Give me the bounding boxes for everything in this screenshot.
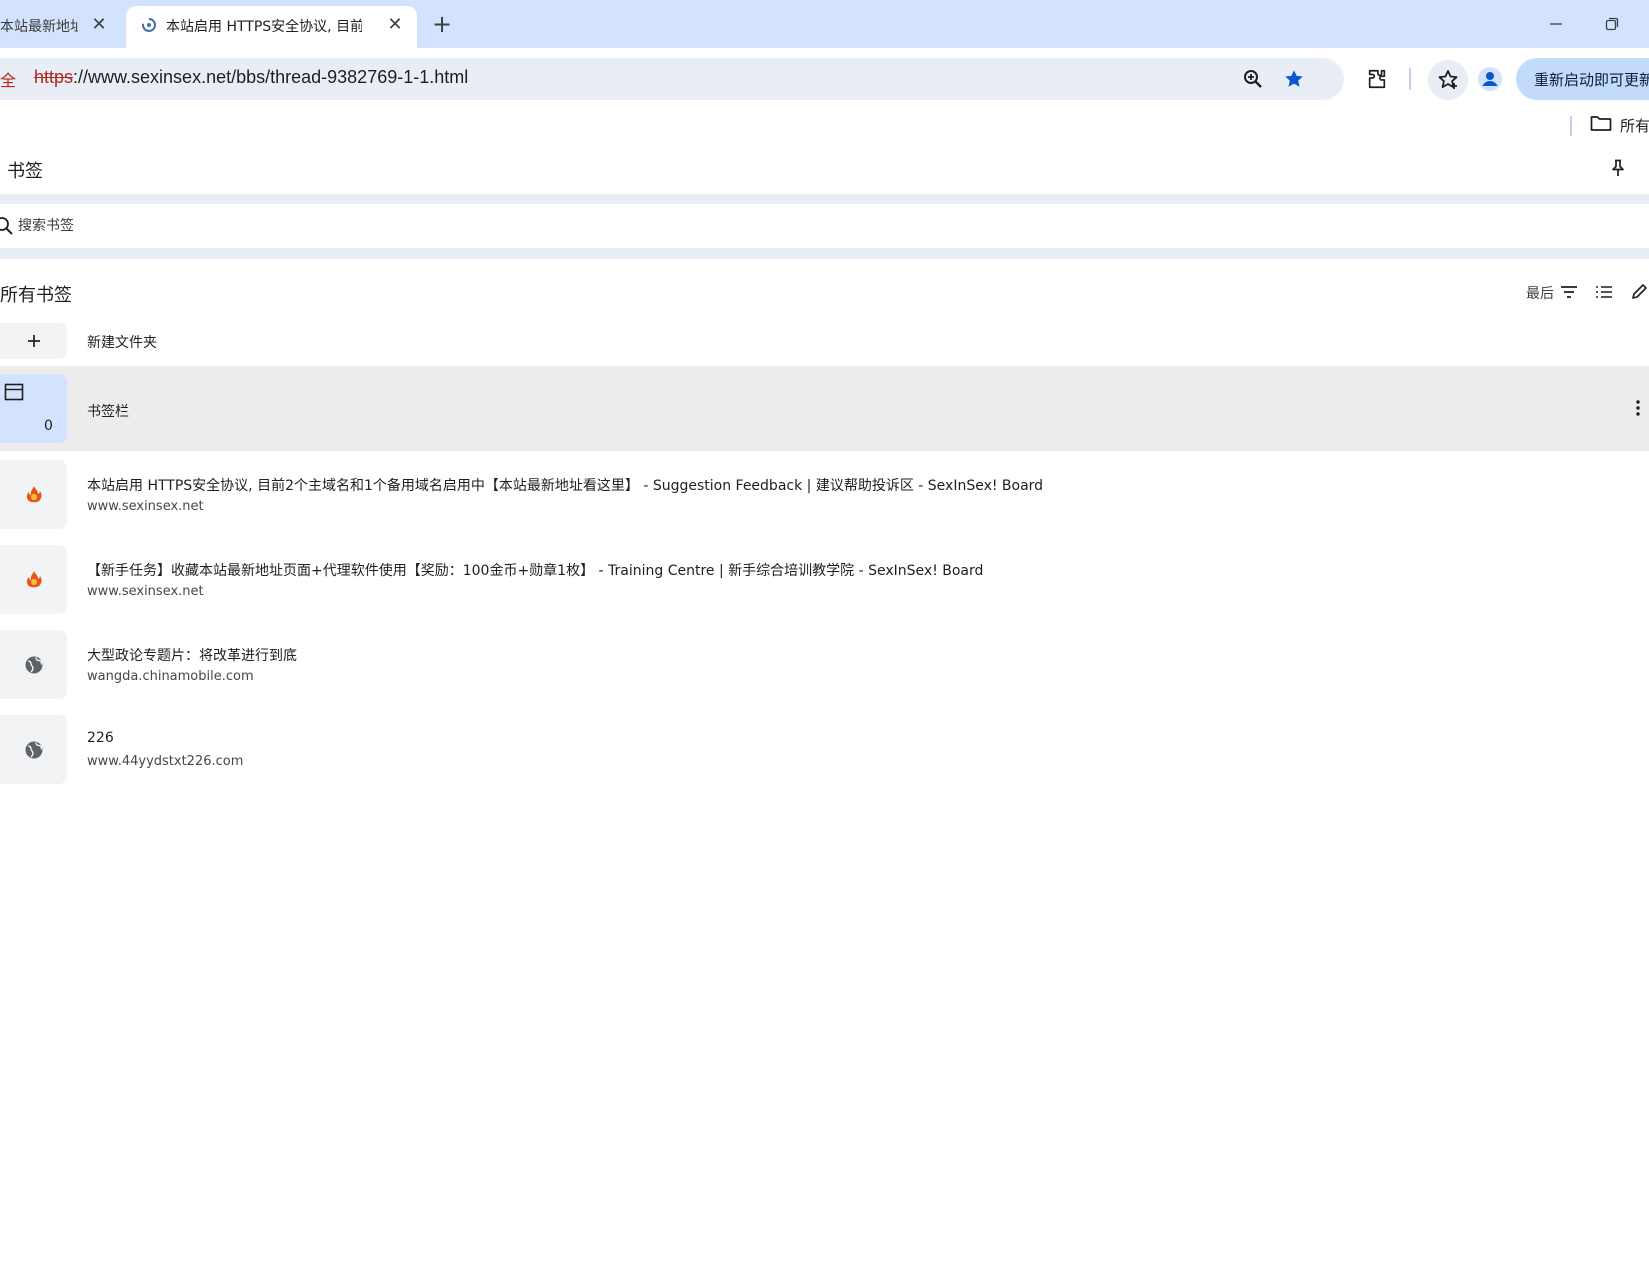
new-folder-row[interactable]: 新建文件夹 — [0, 322, 1649, 360]
all-bookmarks-folder[interactable]: 所有 — [1590, 114, 1649, 136]
url-text[interactable]: https://www.sexinsex.net/bbs/thread-9382… — [34, 67, 468, 88]
tab-title: 本站启用 HTTPS安全协议, 目前 — [166, 19, 362, 35]
globe-icon — [0, 630, 67, 699]
bookmarks-bar-divider — [1570, 116, 1572, 136]
bookmark-title: 【新手任务】收藏本站最新地址页面+代理软件使用【奖励：100金币+勋章1枚】 -… — [87, 563, 984, 579]
folder-count: 0 — [44, 418, 53, 434]
bookmark-url: wangda.chinamobile.com — [87, 669, 254, 684]
panel-gap — [0, 194, 1649, 204]
extensions-puzzle-icon[interactable] — [1361, 63, 1393, 95]
bookmark-url: www.44yydstxt226.com — [87, 754, 244, 769]
new-folder-label: 新建文件夹 — [87, 335, 157, 351]
folder-tile: 0 — [0, 374, 67, 443]
tab-inactive[interactable]: 本站最新地址 ✕ — [0, 0, 126, 48]
new-tab-plus-icon[interactable]: + — [430, 10, 454, 38]
panel-title: 书签 — [7, 161, 43, 182]
tab-active[interactable]: 本站启用 HTTPS安全协议, 目前 ✕ — [126, 6, 417, 48]
tab-title: 本站最新地址 — [0, 19, 78, 35]
edit-pencil-icon[interactable] — [1628, 281, 1649, 303]
bookmark-row[interactable]: 226 www.44yydstxt226.com — [0, 714, 1649, 786]
list-view-icon[interactable] — [1593, 281, 1615, 303]
bookmarks-bar: 所有 — [0, 110, 1649, 142]
folder-icon — [1590, 114, 1612, 136]
toolbar-divider — [1409, 68, 1411, 90]
bookmark-bar-folder-icon — [4, 383, 24, 405]
toolbar: 全 https://www.sexinsex.net/bbs/thread-93… — [0, 48, 1649, 110]
bookmark-row[interactable]: 大型政论专题片：将改革进行到底 wangda.chinamobile.com — [0, 629, 1649, 701]
bookmark-search-input[interactable] — [18, 212, 1618, 240]
minimize-icon[interactable] — [1542, 10, 1570, 38]
bookmark-url: www.sexinsex.net — [87, 499, 204, 514]
sort-label[interactable]: 最后 — [1526, 283, 1554, 303]
sort-filter-icon[interactable] — [1558, 281, 1580, 303]
add-icon — [0, 323, 67, 359]
url-scheme: https — [34, 67, 74, 87]
bookmark-title: 大型政论专题片：将改革进行到底 — [87, 648, 297, 664]
address-bar[interactable]: 全 https://www.sexinsex.net/bbs/thread-93… — [0, 58, 1344, 100]
panel-gap — [0, 248, 1649, 259]
folder-title: 书签栏 — [87, 404, 129, 420]
folder-row[interactable]: 0 书签栏 — [0, 366, 1649, 451]
folder-label: 所有 — [1620, 116, 1649, 135]
security-label[interactable]: 全 — [0, 67, 16, 91]
flame-favicon-icon — [0, 460, 67, 529]
bookmark-row[interactable]: 【新手任务】收藏本站最新地址页面+代理软件使用【奖励：100金币+勋章1枚】 -… — [0, 544, 1649, 616]
tab-close-icon[interactable]: ✕ — [88, 13, 110, 35]
search-icon — [0, 216, 14, 236]
list-title: 所有书签 — [0, 285, 72, 306]
bookmarks-side-panel-icon[interactable] — [1428, 60, 1468, 100]
tab-close-icon[interactable]: ✕ — [384, 13, 406, 35]
pin-icon[interactable] — [1606, 156, 1630, 180]
bookmark-title: 本站启用 HTTPS安全协议, 目前2个主域名和1个备用域名启用中【本站最新地址… — [87, 478, 1044, 494]
url-rest: ://www.sexinsex.net/bbs/thread-9382769-1… — [73, 67, 469, 87]
restart-to-update-button[interactable]: 重新启动即可更新 — [1516, 58, 1649, 100]
profile-avatar-icon[interactable] — [1474, 63, 1506, 95]
bookmark-list-header: 所有书签 最后 — [0, 259, 1649, 309]
restore-window-icon[interactable] — [1598, 10, 1626, 38]
tab-strip: 本站最新地址 ✕ 本站启用 HTTPS安全协议, 目前 ✕ + — [0, 0, 1649, 48]
bookmark-title: 226 — [87, 730, 114, 746]
more-vert-icon[interactable] — [1628, 398, 1648, 418]
bookmark-url: www.sexinsex.net — [87, 584, 204, 599]
zoom-icon[interactable] — [1237, 63, 1269, 95]
loading-favicon-icon — [140, 16, 158, 34]
bookmark-search-bar — [0, 204, 1649, 248]
globe-icon — [0, 715, 67, 784]
flame-favicon-icon — [0, 545, 67, 614]
star-filled-icon[interactable] — [1278, 63, 1310, 95]
bookmark-row[interactable]: 本站启用 HTTPS安全协议, 目前2个主域名和1个备用域名启用中【本站最新地址… — [0, 459, 1649, 531]
side-panel-header: 书签 — [0, 142, 1649, 194]
